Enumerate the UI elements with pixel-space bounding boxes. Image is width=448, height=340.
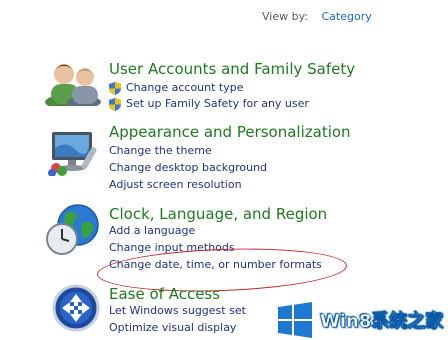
link-change-desktop-background[interactable]: Change desktop background <box>109 161 267 174</box>
shield-icon <box>109 98 121 111</box>
view-by-label: View by: <box>262 10 308 23</box>
category-ease-of-access[interactable]: Ease of Access <box>109 285 220 303</box>
link-label: Set up Family Safety for any user <box>126 97 309 110</box>
link-change-account-type[interactable]: Change account type <box>109 81 244 95</box>
users-icon <box>45 64 101 106</box>
display-icon <box>48 132 97 176</box>
category-appearance[interactable]: Appearance and Personalization <box>109 123 351 141</box>
link-add-language[interactable]: Add a language <box>109 224 195 237</box>
link-let-windows-suggest[interactable]: Let Windows suggest set <box>109 304 246 317</box>
link-adjust-screen-resolution[interactable]: Adjust screen resolution <box>109 178 242 191</box>
view-by: View by: Category <box>262 10 372 23</box>
category-clock-language-region[interactable]: Clock, Language, and Region <box>109 205 327 223</box>
shield-icon <box>109 82 121 95</box>
link-optimize-visual-display[interactable]: Optimize visual display <box>109 321 236 334</box>
link-change-theme[interactable]: Change the theme <box>109 144 212 157</box>
category-user-accounts[interactable]: User Accounts and Family Safety <box>109 60 355 78</box>
windows-logo-icon <box>278 302 312 338</box>
link-family-safety[interactable]: Set up Family Safety for any user <box>109 97 309 111</box>
watermark-text: Win8系统之家 <box>320 311 444 333</box>
link-label: Change account type <box>126 81 244 94</box>
globe-clock-icon <box>46 204 99 255</box>
view-by-dropdown[interactable]: Category <box>322 10 372 23</box>
watermark: Win8系统之家 <box>276 300 448 340</box>
ease-of-access-icon <box>52 284 100 332</box>
